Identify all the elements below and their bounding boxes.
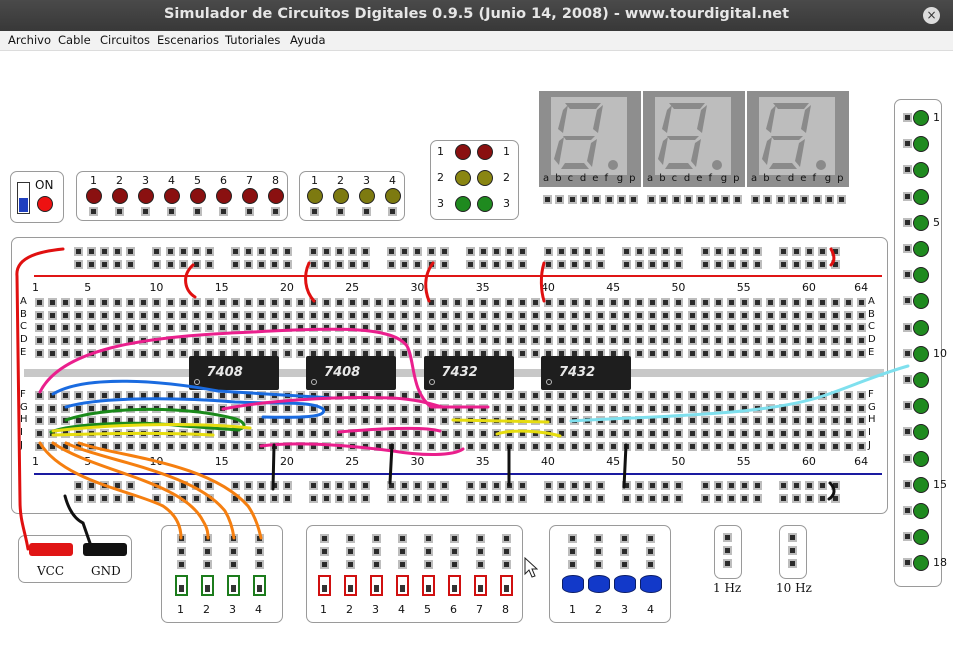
wire-pink-3[interactable] — [337, 426, 442, 434]
simulator-canvas[interactable]: ON 12345678 1234 112233 abcdefgpabcdefgp… — [3, 51, 950, 653]
wire-cyan-1[interactable] — [569, 364, 910, 423]
title-bar: Simulador de Circuitos Digitales 0.9.5 (… — [0, 0, 953, 31]
wire-black-gnd[interactable] — [63, 494, 93, 548]
wire-pink-1[interactable] — [38, 327, 490, 409]
menu-tutoriales[interactable]: Tutoriales — [225, 33, 280, 47]
wire-pink-4[interactable] — [259, 442, 465, 457]
menu-escenarios[interactable]: Escenarios — [157, 33, 219, 47]
menu-archivo[interactable]: Archivo — [8, 33, 51, 47]
wire-red-vcc[interactable] — [15, 247, 65, 551]
wire-orange-3[interactable] — [64, 441, 236, 540]
wire-black-6[interactable] — [827, 481, 836, 501]
window-title: Simulador de Circuitos Digitales 0.9.5 (… — [163, 6, 790, 22]
wire-red-1[interactable] — [184, 263, 197, 299]
wire-red-3[interactable] — [424, 261, 435, 303]
wire-orange-2[interactable] — [51, 441, 210, 540]
wire-black-4[interactable] — [622, 443, 628, 489]
menu-cable[interactable]: Cable — [58, 33, 91, 47]
wire-red-2[interactable] — [304, 261, 316, 303]
wire-yellow-2[interactable] — [51, 432, 215, 437]
menu-circuitos[interactable]: Circuitos — [100, 33, 150, 47]
wire-red-5[interactable] — [829, 247, 836, 267]
wire-yellow-3[interactable] — [451, 418, 550, 424]
wire-layer — [15, 247, 910, 551]
wire-yellow-4[interactable] — [495, 429, 562, 438]
wire-red-4[interactable] — [539, 261, 546, 303]
close-icon[interactable]: × — [923, 7, 940, 24]
wire-black-2[interactable] — [388, 443, 394, 485]
menu-bar: Archivo Cable Circuitos Escenarios Tutor… — [0, 31, 953, 51]
wire-blue-1[interactable] — [51, 379, 335, 400]
menu-ayuda[interactable]: Ayuda — [290, 33, 326, 47]
wire-black-1[interactable] — [271, 443, 276, 491]
wire-pink-2[interactable] — [221, 396, 445, 411]
